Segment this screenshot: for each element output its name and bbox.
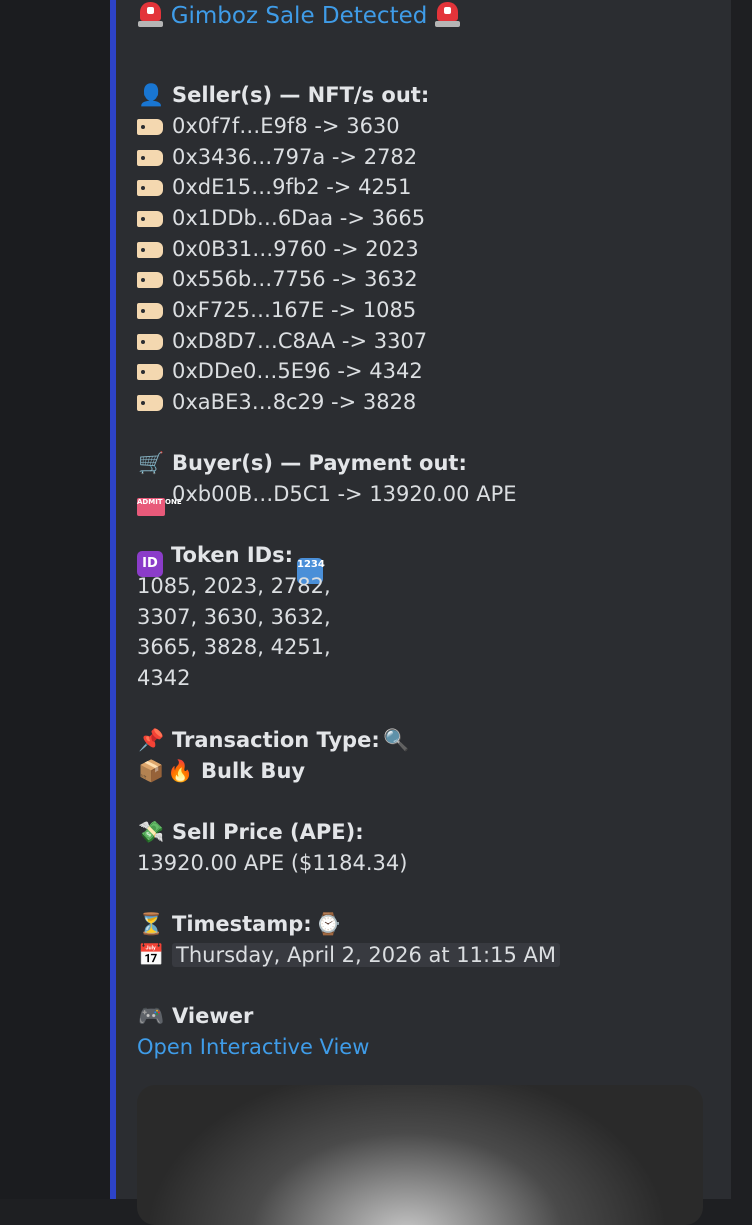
label-tag-icon — [137, 303, 163, 319]
seller-entry: 0x3436…797a -> 2782 — [172, 145, 418, 169]
timestamp-value[interactable]: Thursday, April 2, 2026 at 11:15 AM — [172, 943, 560, 967]
timestamp-row: 📅 Thursday, April 2, 2026 at 11:15 AM — [137, 940, 560, 971]
seller-entry: 0x0f7f…E9f8 -> 3630 — [172, 114, 400, 138]
seller-entry: 0xDDe0…5E96 -> 4342 — [172, 359, 423, 383]
transaction-type-row: 📦 🔥 Bulk Buy — [137, 756, 305, 787]
seller-entry: 0x0B31…9760 -> 2023 — [172, 237, 419, 261]
token-ids-heading-text: Token IDs: — [171, 543, 294, 567]
seller-row: 0xD8D7…C8AA -> 3307 — [137, 326, 427, 357]
embed-title-link[interactable]: Gimboz Sale Detected — [171, 3, 428, 29]
shopping-cart-icon: 🛒 — [138, 451, 165, 475]
viewer-heading: 🎮 Viewer — [137, 1001, 253, 1032]
token-ids-line: 3307, 3630, 3632, — [137, 605, 331, 629]
transaction-type-heading: 📌 Transaction Type: 🔍 — [137, 725, 417, 756]
sellers-heading: 👤 Seller(s) — NFT/s out: — [137, 80, 429, 111]
label-tag-icon — [137, 395, 163, 411]
right-gutter — [731, 0, 752, 1199]
embed-title-row: Gimboz Sale Detected — [137, 0, 461, 31]
siren-icon — [434, 0, 461, 29]
buyer-row: ADMIT ONE0xb00B…D5C1 -> 13920.00 APE — [137, 479, 517, 516]
timestamp-heading: ⏳ Timestamp: ⌚ — [137, 909, 349, 940]
sell-price-heading: 💸 Sell Price (APE): — [137, 817, 364, 848]
calendar-icon: 📅 — [138, 943, 165, 967]
token-ids-line: 3665, 3828, 4251, — [137, 635, 331, 659]
token-ids-line: 4342 — [137, 666, 191, 690]
token-ids-heading: ID Token IDs: 1234 — [137, 540, 331, 584]
seller-row: 0xF725…167E -> 1085 — [137, 295, 416, 326]
pushpin-icon: 📌 — [138, 728, 165, 752]
magnifying-glass-icon: 🔍 — [383, 728, 410, 752]
admission-ticket-icon: ADMIT ONE — [137, 498, 182, 516]
label-tag-icon — [137, 119, 163, 135]
hourglass-icon: ⏳ — [138, 912, 165, 936]
buyers-heading-text: Buyer(s) — Payment out: — [172, 451, 467, 475]
buyer-entry: 0xb00B…D5C1 -> 13920.00 APE — [172, 482, 517, 506]
transaction-type-value: Bulk Buy — [201, 759, 306, 783]
transaction-type-heading-text: Transaction Type: — [172, 728, 380, 752]
seller-row: 0x3436…797a -> 2782 — [137, 142, 417, 173]
seller-entry: 0x556b…7756 -> 3632 — [172, 267, 418, 291]
open-interactive-view-link[interactable]: Open Interactive View — [137, 1032, 369, 1063]
viewer-heading-text: Viewer — [172, 1004, 254, 1028]
sell-price-heading-text: Sell Price (APE): — [172, 820, 364, 844]
seller-entry: 0xD8D7…C8AA -> 3307 — [172, 329, 428, 353]
label-tag-icon — [137, 334, 163, 350]
package-icon: 📦 — [138, 759, 165, 783]
label-tag-icon — [137, 150, 163, 166]
label-tag-icon — [137, 242, 163, 258]
watch-icon: ⌚ — [315, 912, 342, 936]
bust-silhouette-icon: 👤 — [138, 83, 165, 107]
money-with-wings-icon: 💸 — [138, 820, 165, 844]
seller-row: 0x1DDb…6Daa -> 3665 — [137, 203, 425, 234]
siren-icon — [137, 0, 164, 29]
sell-price-value: 13920.00 APE ($1184.34) — [137, 851, 408, 875]
embed-preview-image[interactable] — [137, 1085, 703, 1225]
seller-entry: 0x1DDb…6Daa -> 3665 — [172, 206, 426, 230]
timestamp-heading-text: Timestamp: — [172, 912, 312, 936]
label-tag-icon — [137, 180, 163, 196]
seller-entry: 0xaBE3…8c29 -> 3828 — [172, 390, 417, 414]
seller-row: 0x0f7f…E9f8 -> 3630 — [137, 111, 400, 142]
label-tag-icon — [137, 364, 163, 380]
sellers-heading-text: Seller(s) — NFT/s out: — [172, 83, 430, 107]
seller-row: 0x556b…7756 -> 3632 — [137, 264, 418, 295]
left-gutter — [0, 0, 110, 1199]
seller-entry: 0xF725…167E -> 1085 — [172, 298, 417, 322]
label-tag-icon — [137, 272, 163, 288]
seller-row: 0xaBE3…8c29 -> 3828 — [137, 387, 416, 418]
seller-row: 0x0B31…9760 -> 2023 — [137, 234, 419, 265]
seller-row: 0xdE15…9fb2 -> 4251 — [137, 172, 412, 203]
seller-entry: 0xdE15…9fb2 -> 4251 — [172, 175, 412, 199]
video-game-controller-icon: 🎮 — [138, 1004, 165, 1028]
token-ids-line: 1085, 2023, 2782, — [137, 574, 331, 598]
fire-icon: 🔥 — [167, 759, 194, 783]
label-tag-icon — [137, 211, 163, 227]
seller-row: 0xDDe0…5E96 -> 4342 — [137, 356, 423, 387]
buyers-heading: 🛒 Buyer(s) — Payment out: — [137, 448, 467, 479]
